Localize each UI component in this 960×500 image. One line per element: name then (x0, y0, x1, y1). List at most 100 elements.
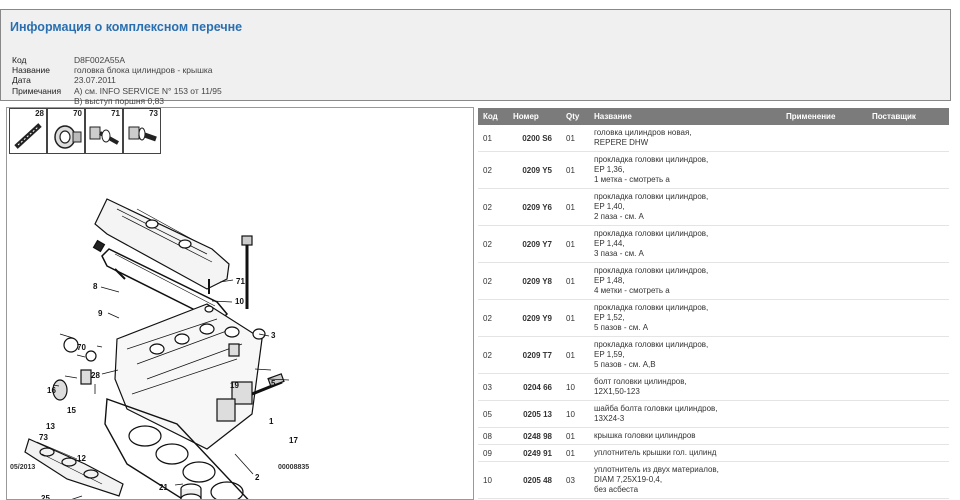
table-row[interactable]: 02 0209 Y6 01 прокладка головки цилиндров, E… (478, 189, 949, 226)
column-header-number[interactable]: Номер (513, 112, 539, 121)
cell-qty: 03 (566, 475, 575, 485)
cell-qty: 01 (566, 276, 575, 286)
table-row[interactable]: 02 0209 Y5 01 прокладка головки цилиндров, E… (478, 152, 949, 189)
diagram-label-70: 70 (77, 343, 86, 352)
table-row[interactable]: 02 0209 Y8 01 прокладка головки цилиндров, E… (478, 263, 949, 300)
column-header-usage[interactable]: Применение (786, 112, 835, 121)
cell-name: крышка головки цилиндров (594, 431, 696, 441)
diagram-label-15: 15 (67, 406, 76, 415)
info-value: A) см. INFO SERVICE N° 153 от 11/95 (74, 85, 222, 96)
cell-code: 02 (483, 239, 492, 249)
cell-name-line: уплотнитель крышки гол. цилинд (594, 448, 717, 457)
cell-name-line: 2 паза - см. A (594, 212, 644, 221)
diagram-label-3: 3 (271, 331, 276, 340)
cell-name-line: прокладка головки цилиндров, (594, 303, 709, 312)
diagram-label-17: 17 (289, 436, 298, 445)
cell-number: 0249 91 (523, 448, 552, 458)
table-header: Код Номер Qty Название Применение Постав… (478, 108, 949, 125)
table-row[interactable]: 09 0249 91 01 уплотнитель крышки гол. цилин… (478, 445, 949, 462)
cell-name: прокладка головки цилиндров, EP 1,44, 3 па… (594, 229, 708, 259)
diagram-label-1: 1 (269, 417, 274, 426)
diagram-label-25: 25 (41, 494, 50, 500)
thumbnail-28[interactable]: 28 (9, 108, 47, 154)
cell-name: головка цилиндров новая, REPERE DHW (594, 128, 692, 148)
table-row[interactable]: 08 0248 98 01 крышка головки цилиндров (478, 428, 949, 445)
column-header-name[interactable]: Название (594, 112, 632, 121)
cell-qty: 01 (566, 133, 575, 143)
diagram-label-13: 13 (46, 422, 55, 431)
cell-code: 02 (483, 276, 492, 286)
thumbnail-number: 28 (35, 109, 44, 118)
diagram-panel: 28 70 71 73 8 71 10 9 3 70 28 19 5 16 15… (6, 107, 474, 500)
cell-name-line: уплотнитель из двух материалов, (594, 465, 719, 474)
table-row[interactable]: 05 0205 13 10 шайба болта головки цилиндров… (478, 401, 949, 428)
table-row[interactable]: 02 0209 Y9 01 прокладка головки цилиндров, E… (478, 300, 949, 337)
cell-code: 01 (483, 133, 492, 143)
cell-number: 0204 66 (523, 382, 552, 392)
cell-name: уплотнитель из двух материалов, DIAM 7,25… (594, 465, 719, 495)
info-value: D8F002A55A (74, 55, 126, 65)
table-row[interactable]: 01 0200 S6 01 головка цилиндров новая, REPER… (478, 125, 949, 152)
bolt-icon (128, 126, 157, 142)
diagram-label-12: 12 (77, 454, 86, 463)
thumbnail-number: 73 (149, 109, 158, 118)
table-row[interactable]: 02 0209 Y7 01 прокладка головки цилиндров, E… (478, 226, 949, 263)
cell-code: 05 (483, 409, 492, 419)
cell-name-line: DIAM 7,25X19-0,4, (594, 475, 663, 484)
cell-name: прокладка головки цилиндров, EP 1,40, 2 па… (594, 192, 708, 222)
info-label: Код (12, 55, 27, 65)
cell-name-line: шайба болта головки цилиндров, (594, 404, 718, 413)
cell-code: 03 (483, 382, 492, 392)
cell-qty: 01 (566, 202, 575, 212)
cell-number: 0209 Y8 (522, 276, 552, 286)
cell-name-line: прокладка головки цилиндров, (594, 340, 709, 349)
info-row-notes-2: B) выступ поршня 0,83 (12, 96, 222, 106)
cell-name-line: 1 метка - смотреть a (594, 175, 670, 184)
diagram-label-19: 19 (230, 381, 239, 390)
info-label: Название (12, 65, 50, 76)
cell-name-line: без асбеста (594, 485, 639, 494)
cell-name-line: 12X1,50-123 (594, 387, 640, 396)
cell-name: прокладка головки цилиндров, EP 1,36, 1 ме… (594, 155, 708, 185)
thumbnail-70[interactable]: 70 (47, 108, 85, 154)
cell-name: прокладка головки цилиндров, EP 1,59, 5 па… (594, 340, 708, 370)
cell-number: 0200 S6 (522, 133, 552, 143)
cell-name-line: прокладка головки цилиндров, (594, 192, 709, 201)
exploded-diagram: 8 71 10 9 3 70 28 19 5 16 15 13 1 17 73 … (24, 198, 298, 500)
cell-name-line: 4 метки - смотреть a (594, 286, 670, 295)
column-header-code[interactable]: Код (483, 112, 498, 121)
cell-qty: 01 (566, 313, 575, 323)
info-row-name: Название головка блока цилиндров - крышк… (12, 65, 222, 75)
cell-name-line: 13X24-3 (594, 414, 625, 423)
cell-name-line: болт головки цилиндров, (594, 377, 687, 386)
cell-number: 0205 48 (523, 475, 552, 485)
info-value: 23.07.2011 (74, 75, 116, 86)
info-label: Примечания (12, 85, 62, 96)
cell-code: 09 (483, 448, 492, 458)
cell-name-line: крышка головки цилиндров (594, 431, 696, 440)
table-row[interactable]: 10 0205 48 03 уплотнитель из двух материало… (478, 462, 949, 499)
cell-code: 08 (483, 431, 492, 441)
table-row[interactable]: 03 0204 66 10 болт головки цилиндров, 12X1,5… (478, 374, 949, 401)
cell-number: 0209 Y7 (522, 239, 552, 249)
table-body: 01 0200 S6 01 головка цилиндров новая, REPER… (478, 125, 949, 499)
diagram-label-9: 9 (98, 309, 103, 318)
cell-number: 0209 T7 (522, 350, 552, 360)
cell-qty: 01 (566, 350, 575, 360)
stud-icon (14, 123, 42, 149)
cell-code: 10 (483, 475, 492, 485)
cell-name: прокладка головки цилиндров, EP 1,48, 4 ме… (594, 266, 708, 296)
thumbnail-73[interactable]: 73 (123, 108, 161, 154)
thumbnail-71[interactable]: 71 (85, 108, 123, 154)
info-row-date: Дата 23.07.2011 (12, 75, 222, 85)
cell-name-line: EP 1,48, (594, 276, 625, 285)
column-header-supplier[interactable]: Поставщик (872, 112, 916, 121)
diagram-label-73: 73 (39, 433, 48, 442)
column-header-qty[interactable]: Qty (566, 112, 579, 121)
diagram-label-71: 71 (236, 277, 245, 286)
diagram-label-10: 10 (235, 297, 244, 306)
cell-code: 02 (483, 165, 492, 175)
table-row[interactable]: 02 0209 T7 01 прокладка головки цилиндров, E… (478, 337, 949, 374)
cell-name-line: 3 паза - см. A (594, 249, 644, 258)
cell-name-line: EP 1,40, (594, 202, 625, 211)
